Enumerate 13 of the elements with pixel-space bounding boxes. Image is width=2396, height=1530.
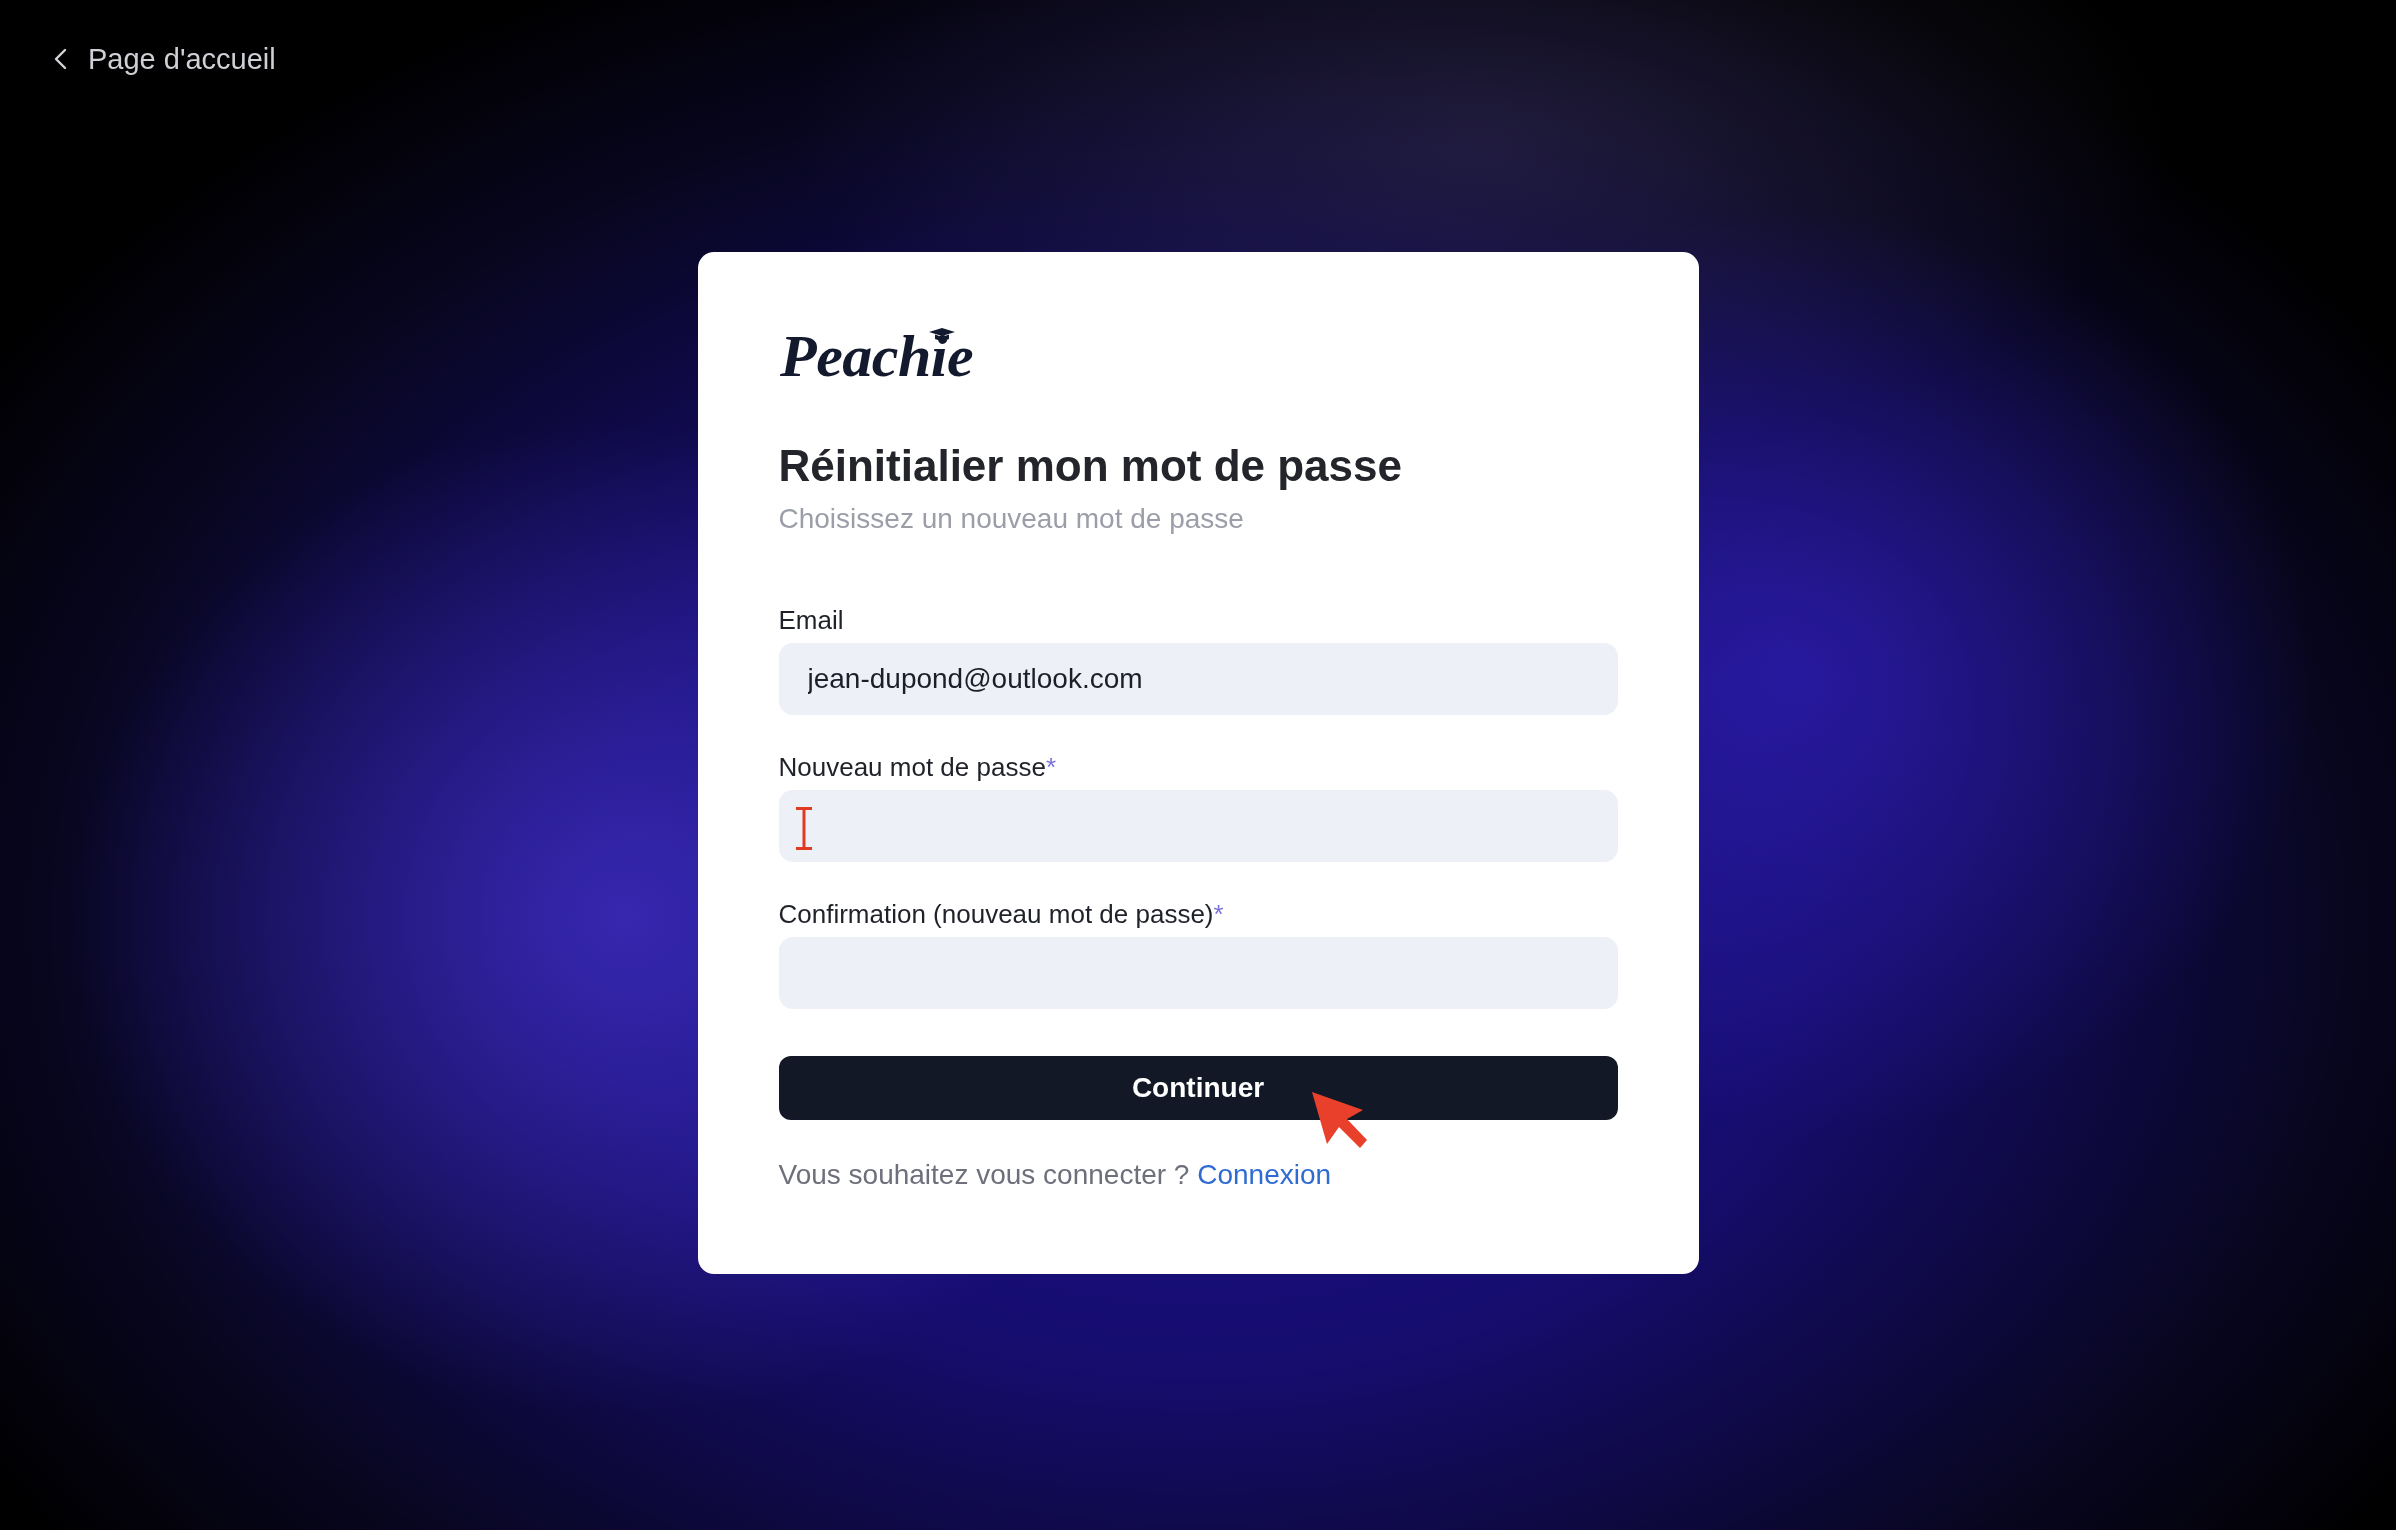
field-label: Nouveau mot de passe* — [778, 751, 1057, 784]
field-label: Email — [778, 604, 845, 637]
continue-button[interactable]: Continuer — [778, 1056, 1618, 1120]
input-field[interactable]: jean-dupond@outlook.com — [778, 643, 1618, 715]
page-title: Réinitialier mon mot de passe — [778, 440, 1403, 492]
signin-link[interactable]: Connexion — [1197, 1159, 1332, 1190]
chevron-left-icon — [53, 48, 67, 70]
back-link[interactable]: Page d'accueil — [53, 40, 276, 78]
input-field[interactable] — [778, 790, 1618, 862]
logo: Peachie — [778, 325, 985, 385]
field-label: Confirmation (nouveau mot de passe)* — [778, 898, 1225, 931]
page-subtitle: Choisissez un nouveau mot de passe — [778, 502, 1245, 536]
signin-prompt: Vous souhaitez vous connecter ? Connexion — [778, 1158, 1333, 1192]
